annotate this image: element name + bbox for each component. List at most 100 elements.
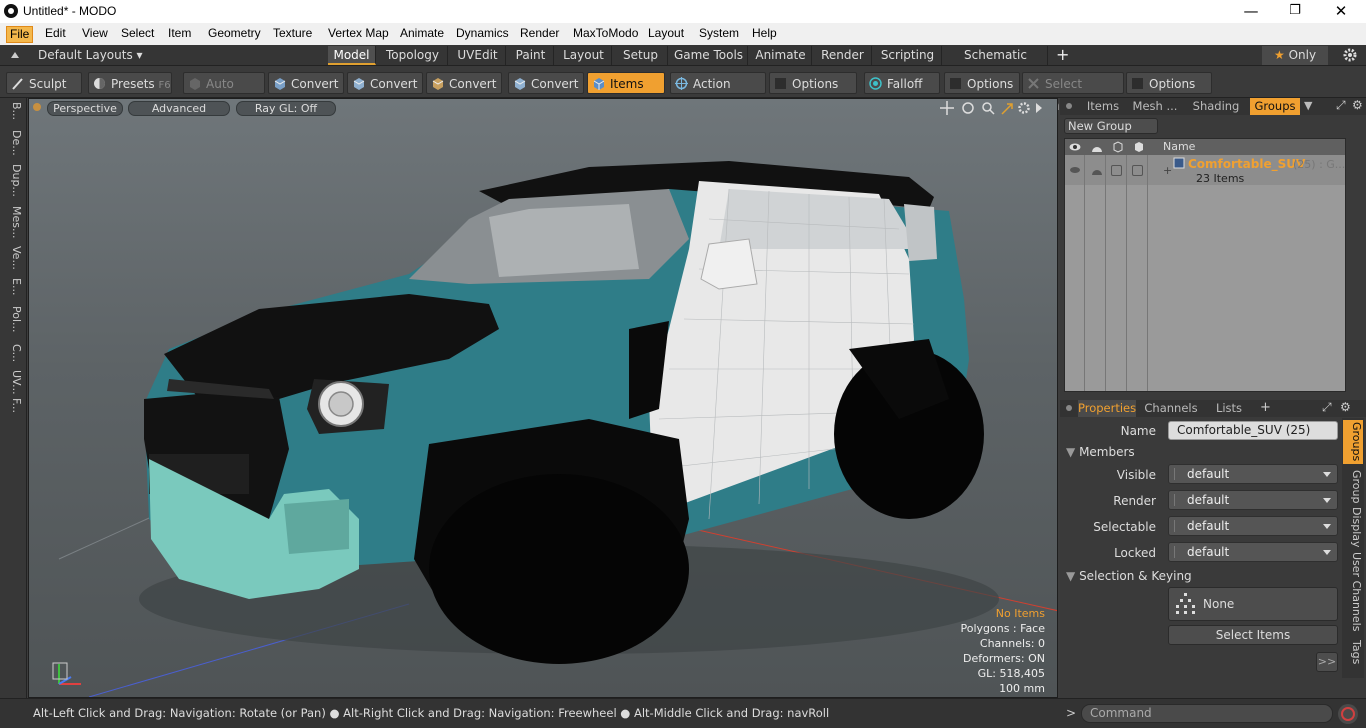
none-button[interactable]: None — [1168, 587, 1338, 621]
selection-dots-icon — [1176, 593, 1195, 614]
tab-animate[interactable]: Animate — [750, 46, 812, 65]
tab-channels[interactable]: Channels — [1142, 400, 1200, 417]
group-visible-icon[interactable] — [1069, 164, 1081, 176]
tab-topology[interactable]: Topology — [378, 46, 448, 65]
palette-tab-f[interactable]: F... — [3, 398, 23, 413]
convert-button-4[interactable]: Convert — [508, 72, 584, 94]
command-input[interactable]: Command — [1081, 704, 1333, 723]
render-dropdown[interactable]: default — [1168, 490, 1338, 510]
group-row[interactable]: + Comfortable_SUV (25) : G... 23 Items — [1065, 155, 1345, 185]
locked-dropdown[interactable]: default — [1168, 542, 1338, 562]
members-section[interactable]: ▼ Members — [1066, 445, 1135, 459]
tab-properties[interactable]: Properties — [1078, 400, 1136, 417]
menu-edit[interactable]: Edit — [42, 26, 69, 43]
layouts-dropdown[interactable]: Default Layouts ▾ — [38, 48, 143, 62]
select-through-button[interactable]: Select Through — [1022, 72, 1124, 113]
side-tab-tags[interactable]: Tags — [1343, 640, 1363, 664]
tab-items[interactable]: Items — [1080, 98, 1126, 115]
group-select-checkbox[interactable] — [1111, 165, 1122, 176]
minimize-button[interactable]: — — [1228, 0, 1274, 23]
modo-logo-icon — [4, 4, 18, 18]
menu-view[interactable]: View — [79, 26, 111, 43]
add-tab-button[interactable]: + — [1260, 400, 1271, 415]
tab-schematic-fusion[interactable]: Schematic Fusion — [944, 46, 1048, 81]
expand-panel-icon[interactable]: ⤢ — [1322, 400, 1332, 415]
palette-tab-e[interactable]: E... — [3, 278, 23, 295]
menu-vertex-map[interactable]: Vertex Map — [325, 26, 392, 43]
visible-dropdown[interactable]: default — [1168, 464, 1338, 484]
menu-layout[interactable]: Layout — [645, 26, 687, 43]
3d-viewport[interactable]: Perspective Advanced Ray GL: Off No Item… — [28, 98, 1058, 698]
action-center-button[interactable]: Action Center — [670, 72, 766, 113]
palette-tab-pol[interactable]: Pol... — [3, 306, 23, 333]
menu-dynamics[interactable]: Dynamics — [453, 26, 512, 43]
menu-maxtomodo[interactable]: MaxToModo — [570, 26, 641, 43]
tab-layout[interactable]: Layout — [556, 46, 612, 65]
tab-lists[interactable]: Lists — [1206, 400, 1252, 417]
select-items-button[interactable]: Select Items — [1168, 625, 1338, 645]
panel-menu-dot-icon[interactable] — [1066, 405, 1072, 411]
menu-help[interactable]: Help — [749, 26, 780, 43]
name-input[interactable]: Comfortable_SUV (25) — [1168, 421, 1338, 440]
palette-tab-c[interactable]: C... — [3, 344, 23, 362]
selection-keying-section[interactable]: ▼ Selection & Keying — [1066, 569, 1192, 583]
side-tab-groups[interactable]: Groups — [1343, 420, 1363, 464]
maximize-button[interactable]: ❐ — [1272, 0, 1318, 23]
stop-icon[interactable] — [1338, 704, 1358, 724]
gear-icon[interactable]: ⚙ — [1352, 98, 1363, 112]
palette-tab-de[interactable]: De... — [3, 130, 23, 156]
tab-uvedit[interactable]: UVEdit — [450, 46, 506, 65]
group-lock-checkbox[interactable] — [1132, 165, 1143, 176]
palette-tab-mes[interactable]: Mes... — [3, 206, 23, 238]
presets-button[interactable]: Presets F6 — [88, 72, 172, 94]
tab-render[interactable]: Render — [814, 46, 872, 65]
palette-tab-b[interactable]: B... — [3, 102, 23, 120]
expand-panel-icon[interactable]: ⤢ — [1336, 98, 1346, 113]
menu-geometry[interactable]: Geometry — [205, 26, 264, 43]
tab-groups[interactable]: Groups — [1250, 98, 1300, 115]
gear-icon[interactable]: ⚙ — [1340, 400, 1351, 414]
menu-select[interactable]: Select — [118, 26, 157, 43]
close-button[interactable]: ✕ — [1318, 0, 1364, 23]
items-mode-button[interactable]: Items — [587, 72, 665, 94]
convert-button-3[interactable]: Convert — [426, 72, 502, 94]
side-tab-user-channels[interactable]: User Channels — [1343, 552, 1363, 631]
options-button-1[interactable]: Options — [769, 72, 857, 94]
menu-file[interactable]: File — [6, 26, 34, 43]
menu-item[interactable]: Item — [165, 26, 194, 43]
palette-tab-dup[interactable]: Dup... — [3, 164, 23, 197]
gear-icon[interactable] — [1342, 47, 1358, 63]
add-tab-button[interactable]: + — [1056, 45, 1069, 64]
tab-setup[interactable]: Setup — [614, 46, 668, 65]
expand-button[interactable]: >> — [1316, 652, 1338, 672]
chevron-down-icon[interactable]: ▼ — [1304, 99, 1312, 112]
tab-mesh[interactable]: Mesh ... — [1128, 98, 1182, 115]
auto-select-button[interactable]: Auto Select — [183, 72, 265, 113]
palette-tab-ve[interactable]: Ve... — [3, 246, 23, 270]
menu-animate[interactable]: Animate — [397, 26, 447, 43]
layout-collapse-icon[interactable] — [8, 48, 22, 62]
sculpt-button[interactable]: Sculpt — [6, 72, 82, 94]
panel-menu-dot-icon[interactable] — [1066, 103, 1072, 109]
tab-model[interactable]: Model — [328, 46, 376, 65]
expand-plus-icon[interactable]: + — [1163, 164, 1172, 177]
tab-paint[interactable]: Paint — [508, 46, 554, 65]
side-tab-group-display[interactable]: Group Display — [1343, 470, 1363, 548]
options-button-3[interactable]: Options — [1126, 72, 1212, 94]
new-group-button[interactable]: New Group — [1064, 118, 1158, 134]
menu-render[interactable]: Render — [517, 26, 562, 43]
menu-texture[interactable]: Texture — [270, 26, 315, 43]
tab-shading[interactable]: Shading — [1184, 98, 1248, 115]
options-button-2[interactable]: Options — [944, 72, 1020, 94]
only-toggle[interactable]: ★ Only — [1262, 46, 1328, 65]
tab-scripting[interactable]: Scripting — [874, 46, 942, 65]
selectable-dropdown[interactable]: default — [1168, 516, 1338, 536]
falloff-button[interactable]: Falloff — [864, 72, 940, 94]
convert-button-2[interactable]: Convert — [347, 72, 423, 94]
menu-system[interactable]: System — [696, 26, 742, 43]
palette-tab-uv[interactable]: UV... — [3, 370, 23, 395]
convert-button-1[interactable]: Convert — [268, 72, 344, 94]
falloff-label: Falloff — [887, 77, 923, 91]
tab-game-tools[interactable]: Game Tools — [670, 46, 748, 65]
group-render-icon[interactable] — [1091, 164, 1103, 176]
